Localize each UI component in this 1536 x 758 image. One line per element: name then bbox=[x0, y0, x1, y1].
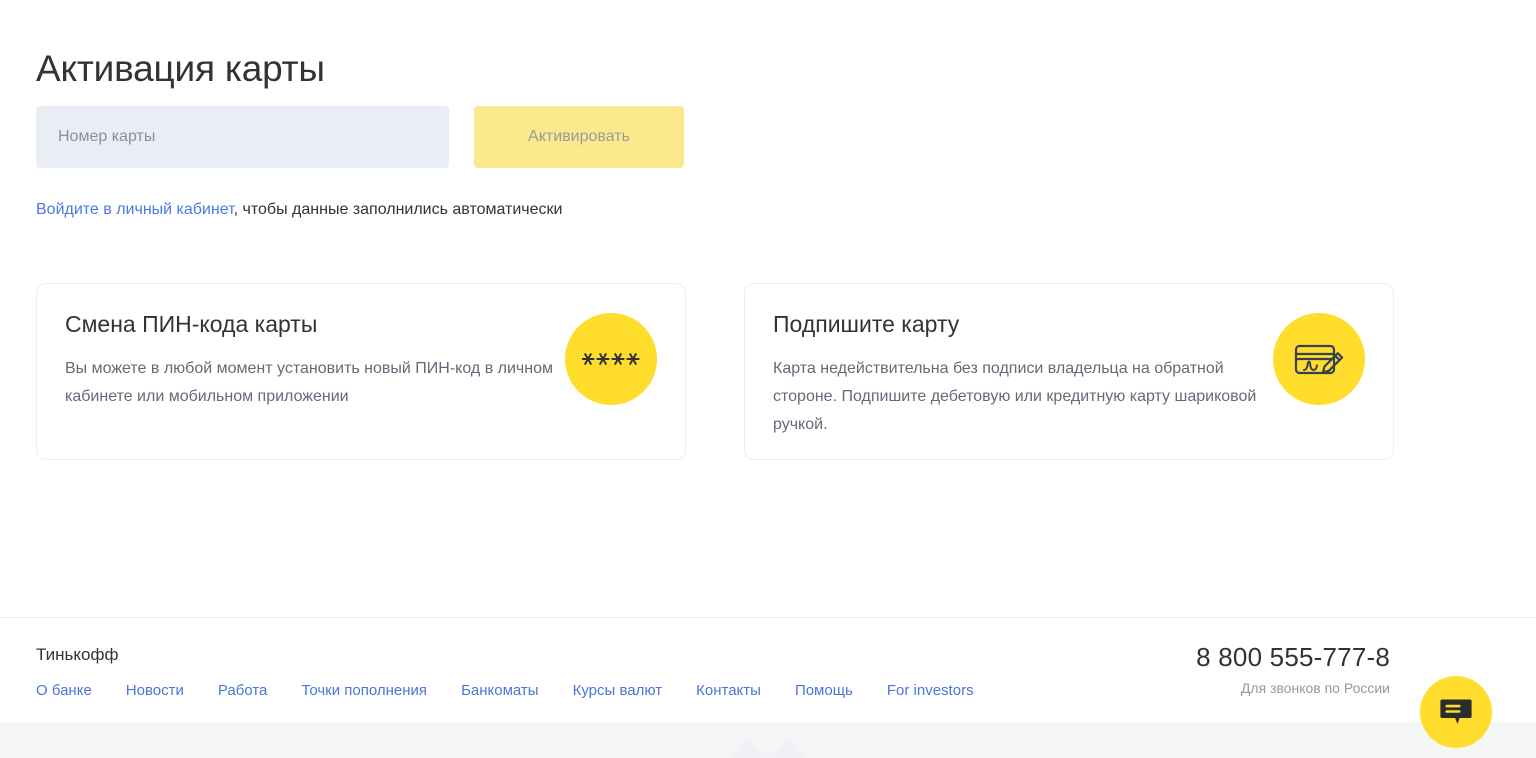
info-card-pin: Смена ПИН-кода карты Вы можете в любой м… bbox=[36, 283, 686, 460]
crown-watermark-icon bbox=[731, 736, 805, 758]
login-link[interactable]: Войдите в личный кабинет bbox=[36, 201, 234, 218]
chat-button[interactable] bbox=[1420, 676, 1492, 748]
chat-bubble-icon bbox=[1440, 699, 1472, 724]
footer-link-atms[interactable]: Банкоматы bbox=[461, 682, 539, 699]
activate-button[interactable]: Активировать bbox=[474, 106, 684, 168]
footer-phone-note: Для звонков по России bbox=[1240, 680, 1390, 696]
info-card-pin-title: Смена ПИН-кода карты bbox=[65, 311, 318, 337]
pin-stars-icon bbox=[565, 313, 657, 405]
login-hint-rest: , чтобы данные заполнились автоматически bbox=[233, 201, 563, 218]
info-card-signature-body: Карта недействительна без подписи владел… bbox=[773, 360, 1257, 433]
footer-brand: Тинькофф bbox=[36, 645, 119, 664]
info-card-list: Смена ПИН-кода карты Вы можете в любой м… bbox=[36, 283, 1394, 460]
page-title: Активация карты bbox=[36, 47, 325, 89]
footer-phone-number[interactable]: 8 800 555-777-8 bbox=[1196, 642, 1390, 673]
card-signature-icon bbox=[1273, 313, 1365, 405]
login-hint: Войдите в личный кабинет, чтобы данные з… bbox=[36, 199, 562, 221]
info-card-signature: Подпишите карту Карта недействительна бе… bbox=[744, 283, 1394, 460]
site-footer: Тинькофф О банке Новости Работа Точки по… bbox=[0, 618, 1536, 722]
footer-link-jobs[interactable]: Работа bbox=[218, 682, 268, 699]
footer-link-contacts[interactable]: Контакты bbox=[696, 682, 761, 699]
activation-form: Активировать bbox=[36, 106, 684, 168]
footer-link-news[interactable]: Новости bbox=[126, 682, 184, 699]
footer-link-topup[interactable]: Точки пополнения bbox=[301, 682, 427, 699]
info-card-pin-body: Вы можете в любой момент установить новы… bbox=[65, 360, 553, 405]
page-root: Активация карты Активировать Войдите в л… bbox=[0, 0, 1536, 722]
info-card-signature-title: Подпишите карту bbox=[773, 311, 960, 337]
footer-link-help[interactable]: Помощь bbox=[795, 682, 853, 699]
footer-link-investors[interactable]: For investors bbox=[887, 682, 974, 699]
footer-nav: О банке Новости Работа Точки пополнения … bbox=[36, 682, 974, 699]
bottom-band bbox=[0, 722, 1536, 758]
footer-link-about[interactable]: О банке bbox=[36, 682, 92, 699]
footer-phone-block: 8 800 555-777-8 Для звонков по России bbox=[1196, 642, 1390, 696]
card-number-input[interactable] bbox=[36, 106, 449, 168]
footer-link-rates[interactable]: Курсы валют bbox=[573, 682, 663, 699]
